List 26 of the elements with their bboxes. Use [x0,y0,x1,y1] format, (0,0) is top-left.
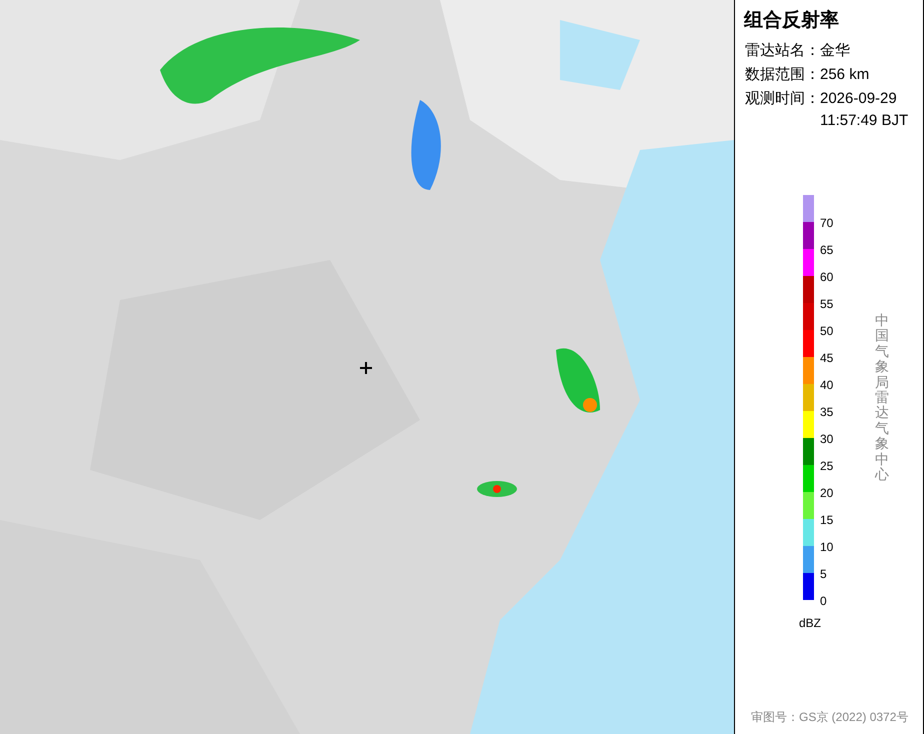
info-label: 数据范围： [745,65,820,85]
legend-label: 10 [820,540,834,554]
legend-label: 25 [820,459,834,473]
panel-title: 组合反射率 [744,8,840,33]
info-label: 雷达站名： [745,41,820,61]
legend-unit: dBZ [799,616,822,630]
legend-label: 40 [820,378,834,392]
info-value: 11:57:49 BJT [820,111,908,131]
legend-label: 60 [820,270,834,284]
info-value: 金华 [820,41,850,61]
legend-label: 70 [820,216,834,230]
legend-label: 15 [820,513,834,527]
info-label: 观测时间： [745,89,820,109]
info-value: 2026-09-29 [820,89,898,109]
info-value: 256 km [820,65,870,85]
map-approval-number: 审图号：GS京 (2022) 0372号 [751,709,908,726]
legend-label: 35 [820,405,834,419]
legend-label: 45 [820,351,834,365]
legend-label: 20 [820,486,834,500]
legend-label: 5 [820,567,827,581]
legend-label: 65 [820,243,834,257]
source-label: 中国气象局雷达气象中心 [875,313,889,482]
legend-label: 0 [820,594,827,608]
legend-label: 50 [820,324,834,338]
legend-label: 55 [820,297,834,311]
legend-label: 30 [820,432,834,446]
